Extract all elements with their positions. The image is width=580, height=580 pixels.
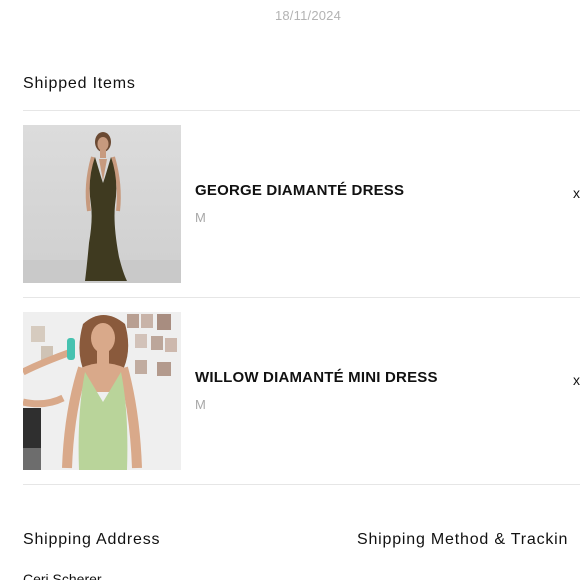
item-name: WILLOW DIAMANTÉ MINI DRESS — [195, 369, 438, 386]
shipped-items-title: Shipped Items — [23, 75, 136, 92]
shipping-address-title: Shipping Address — [23, 531, 161, 548]
divider — [23, 484, 580, 485]
item-quantity: x — [573, 185, 580, 201]
order-date: 18/11/2024 — [274, 8, 342, 23]
item-quantity: x — [573, 372, 580, 388]
divider — [23, 110, 580, 111]
item-size: M — [195, 210, 206, 225]
shipping-method-title: Shipping Method & Trackin — [357, 531, 569, 548]
item-name: GEORGE DIAMANTÉ DRESS — [195, 182, 405, 199]
recipient-name: Ceri Scherer — [23, 571, 102, 580]
shipped-item[interactable]: GEORGE DIAMANTÉ DRESS M x — [23, 125, 580, 283]
order-details-page: 18/11/2024 Shipped Items GEORGE DIAMANTÉ… — [0, 0, 580, 580]
item-size: M — [195, 397, 206, 412]
divider — [23, 297, 580, 298]
product-image-george-dress[interactable] — [23, 125, 181, 283]
product-image-willow-dress[interactable] — [23, 312, 181, 470]
shipped-item[interactable]: WILLOW DIAMANTÉ MINI DRESS M x — [23, 312, 580, 470]
